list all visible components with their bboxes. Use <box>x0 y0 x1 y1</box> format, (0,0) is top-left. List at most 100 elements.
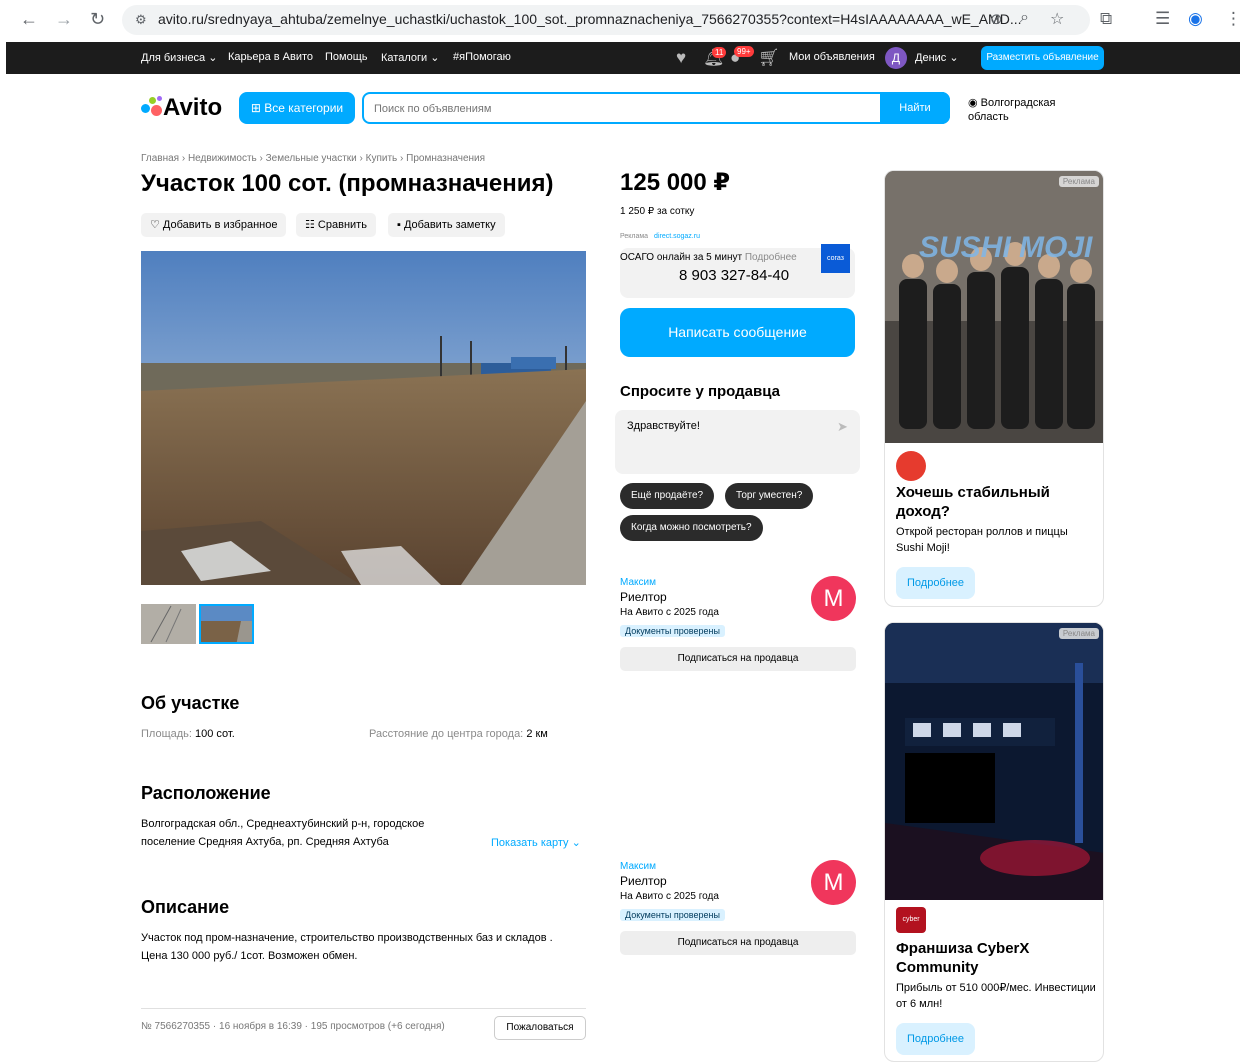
user-menu[interactable]: Денис ⌄ <box>915 51 959 64</box>
ad-body: Франшиза CyberX Community Прибыль от 510… <box>896 939 1096 1055</box>
topbar-business[interactable]: Для бизнеса ⌄ <box>141 51 217 64</box>
reload-icon[interactable]: ↻ <box>90 9 105 29</box>
insurance-ad-line[interactable]: ОСАГО онлайн за 5 минут Подробнее <box>620 252 797 263</box>
seller-card: Максим Риелтор На Авито с 2025 года Доку… <box>620 576 856 671</box>
ad-image-cyberx: Реклама <box>885 623 1103 900</box>
ad-title: Франшиза CyberX Community <box>896 940 1030 976</box>
ad-title: Хочешь стабильный доход? <box>896 484 1050 520</box>
zoom-icon[interactable]: ⌕ <box>1020 9 1029 27</box>
ad-card-sushi[interactable]: SUSHI MOJI Реклама Хочешь стабильный дох… <box>884 170 1104 607</box>
distance-param: Расстояние до центра города: 2 км <box>369 725 548 743</box>
cart-icon[interactable]: 🛒︎ <box>758 48 780 68</box>
breadcrumb[interactable]: Главная › Недвижимость › Земельные участ… <box>141 153 485 164</box>
post-ad-button[interactable]: Разместить объявление <box>981 46 1104 70</box>
avito-logo[interactable]: Avito <box>141 94 222 122</box>
show-map-link[interactable]: Показать карту ⌄ <box>491 834 581 852</box>
avito-dots-icon <box>141 95 163 117</box>
ask-seller-input[interactable]: Здравствуйте! <box>627 420 700 432</box>
categories-icon: ⊞ <box>250 101 265 115</box>
field-photo <box>141 251 586 585</box>
ad-label: Реклама <box>620 233 649 240</box>
about-heading: Об участке <box>141 693 240 713</box>
chip-when-view[interactable]: Когда можно посмотреть? <box>620 515 763 541</box>
browser-toolbar: ← → ↻ ⚙ avito.ru/srednyaya_ahtuba/zemeln… <box>0 0 1240 42</box>
write-message-button[interactable]: Написать сообщение <box>620 308 855 357</box>
ad-image-sushi: SUSHI MOJI Реклама <box>885 171 1103 443</box>
site-settings-icon[interactable]: ⚙ <box>135 12 147 28</box>
add-to-favorites-button[interactable]: ♡ Добавить в избранное <box>141 213 287 237</box>
ad-more-button[interactable]: Подробнее <box>896 567 976 599</box>
notifications-badge: 11 <box>712 47 727 58</box>
forward-icon[interactable]: → <box>55 9 73 29</box>
gaming-club-photo <box>885 623 1103 900</box>
ad-more-button[interactable]: Подробнее <box>896 1023 976 1055</box>
seller-card-sticky: Максим Риелтор На Авито с 2025 года Доку… <box>620 860 856 955</box>
all-categories-button[interactable]: ⊞ Все категории <box>239 92 355 124</box>
search-button[interactable]: Найти <box>880 92 950 124</box>
docs-verified-badge: Документы проверены <box>620 909 725 921</box>
send-arrow-icon[interactable]: ➤ <box>837 419 848 435</box>
cyberx-logo: cyber <box>896 907 926 933</box>
seller-avatar[interactable]: M <box>811 576 856 621</box>
chip-still-selling[interactable]: Ещё продаёте? <box>620 483 715 509</box>
description-text: Участок под пром-назначение, строительст… <box>141 932 553 962</box>
photo-thumbnail-1[interactable] <box>141 604 196 644</box>
phone-number[interactable]: 8 903 327-84-40 <box>679 267 789 284</box>
menu-dots-icon[interactable]: ⋮ <box>1225 8 1240 30</box>
sushi-brand-text: SUSHI MOJI <box>919 231 1093 264</box>
extensions-icon[interactable]: ⧉ <box>1100 8 1112 30</box>
listing-title: Участок 100 сот. (промназначения) <box>141 170 554 197</box>
price: 125 000 ₽ <box>620 169 731 196</box>
ask-seller-heading: Спросите у продавца <box>620 383 780 400</box>
photo-thumbnail-2[interactable] <box>199 604 254 644</box>
ad-label-row: Реклама direct.sogaz.ru <box>620 233 700 240</box>
ad-card-cyberx[interactable]: Реклама cyber Франшиза CyberX Community … <box>884 622 1104 1062</box>
search-input[interactable] <box>374 100 874 118</box>
ask-seller-box[interactable]: Здравствуйте! ➤ <box>615 410 860 474</box>
region-label: Волгоградская область <box>968 97 1056 123</box>
sushi-logo <box>896 451 926 481</box>
logo-text: Avito <box>163 94 223 121</box>
chip-bargain[interactable]: Торг уместен? <box>725 483 814 509</box>
heart-outline-icon: ♡ <box>150 219 163 231</box>
compare-button[interactable]: ☷ Сравнить <box>296 213 376 237</box>
eye-off-icon[interactable]: ⊘ <box>990 10 1003 28</box>
note-label: Добавить заметку <box>403 219 496 231</box>
user-avatar[interactable]: Д <box>885 47 907 69</box>
reading-list-icon[interactable]: ☰ <box>1155 8 1170 30</box>
subscribe-seller-button[interactable]: Подписаться на продавца <box>620 647 856 671</box>
topbar-career[interactable]: Карьера в Авито <box>228 51 313 63</box>
topbar-ihelp[interactable]: #яПомогаю <box>453 51 511 63</box>
ad-domain-link[interactable]: direct.sogaz.ru <box>654 233 700 240</box>
distance-label: Расстояние до центра города: <box>369 728 524 740</box>
insurance-ad-more[interactable]: Подробнее <box>745 252 797 263</box>
ad-body: Хочешь стабильный доход? Открой ресторан… <box>896 483 1096 599</box>
back-icon[interactable]: ← <box>20 9 38 29</box>
ad-text: Открой ресторан роллов и пиццы Sushi Moj… <box>896 526 1068 554</box>
topbar-catalogs[interactable]: Каталоги ⌄ <box>381 51 439 64</box>
address-text: Волгоградская обл., Среднеахтубинский р-… <box>141 818 425 848</box>
region-selector[interactable]: ◉ Волгоградская область <box>968 96 1078 124</box>
topbar-help[interactable]: Помощь <box>325 51 368 63</box>
categories-label: Все категории <box>264 101 344 115</box>
area-label: Площадь: <box>141 728 192 740</box>
phone-ad-box[interactable]: ОСАГО онлайн за 5 минут Подробнее согаз … <box>620 244 855 298</box>
url-text[interactable]: avito.ru/srednyaya_ahtuba/zemelnye_uchas… <box>158 11 1022 27</box>
add-note-button[interactable]: ▪ Добавить заметку <box>388 213 505 237</box>
ad-tag: Реклама <box>1058 176 1099 187</box>
address-bar[interactable]: ⚙ avito.ru/srednyaya_ahtuba/zemelnye_uch… <box>122 5 1090 35</box>
seller-avatar[interactable]: M <box>811 860 856 905</box>
divider <box>141 1008 586 1009</box>
favorites-heart-icon[interactable]: ♥ <box>676 48 686 68</box>
description-heading: Описание <box>141 897 230 917</box>
subscribe-seller-button[interactable]: Подписаться на продавца <box>620 931 856 955</box>
area-param: Площадь: 100 сот. <box>141 725 235 743</box>
main-photo[interactable] <box>141 251 586 585</box>
ad-text: Прибыль от 510 000₽/мес. Инвестиции от 6… <box>896 982 1096 1010</box>
complain-button[interactable]: Пожаловаться <box>494 1016 586 1040</box>
profile-icon[interactable]: ◉ <box>1188 8 1203 30</box>
my-ads-link[interactable]: Мои объявления <box>789 51 875 63</box>
area-value: 100 сот. <box>195 728 235 740</box>
favorites-label: Добавить в избранное <box>162 219 278 231</box>
bookmark-star-icon[interactable]: ☆ <box>1050 9 1064 29</box>
